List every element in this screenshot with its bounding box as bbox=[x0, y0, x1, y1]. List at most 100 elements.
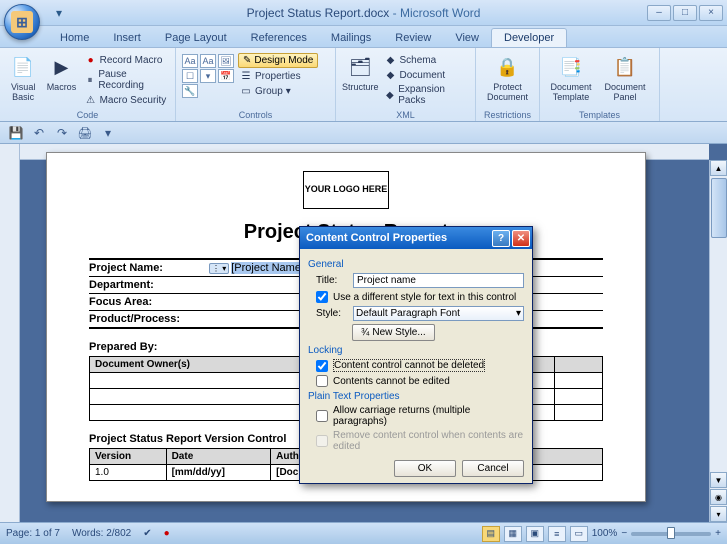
style-label: Style: bbox=[316, 308, 348, 319]
date-control[interactable]: 📅 bbox=[218, 69, 234, 83]
dialog-help-button[interactable]: ? bbox=[492, 230, 510, 247]
plain-text-control[interactable]: Aa bbox=[200, 54, 216, 68]
draft-view[interactable]: ▭ bbox=[570, 526, 588, 542]
cannot-edit-checkbox[interactable] bbox=[316, 375, 328, 387]
legacy-tools[interactable]: 🔧 bbox=[182, 84, 198, 98]
dialog-close-button[interactable]: ✕ bbox=[512, 230, 530, 247]
expansion-packs-button[interactable]: ◆Expansion Packs bbox=[383, 83, 469, 107]
protect-document-button[interactable]: 🔒Protect Document bbox=[482, 50, 533, 102]
macros-button[interactable]: ▶Macros bbox=[44, 50, 78, 92]
cannot-delete-checkbox[interactable] bbox=[316, 360, 328, 372]
tab-home[interactable]: Home bbox=[48, 29, 101, 47]
schema-icon: ◆ bbox=[385, 54, 397, 66]
tab-insert[interactable]: Insert bbox=[101, 29, 153, 47]
group-code: 📄Visual Basic ▶Macros ●Record Macro ⏸Pau… bbox=[0, 48, 176, 121]
section-general: General bbox=[308, 259, 524, 270]
combo-control[interactable]: ☐ bbox=[182, 69, 198, 83]
save-button[interactable]: 💾 bbox=[6, 124, 26, 142]
lock-icon: 🔒 bbox=[495, 54, 521, 80]
picture-control[interactable]: 🖼 bbox=[218, 54, 234, 68]
zoom-in-button[interactable]: + bbox=[715, 528, 721, 539]
scroll-down-button[interactable]: ▼ bbox=[710, 472, 727, 488]
full-screen-view[interactable]: ▦ bbox=[504, 526, 522, 542]
redo-button[interactable]: ↷ bbox=[52, 124, 72, 142]
title-input[interactable] bbox=[353, 273, 524, 288]
word-count[interactable]: Words: 2/802 bbox=[72, 528, 131, 539]
group-xml: 🗂Structure ◆Schema ◆Document ◆Expansion … bbox=[336, 48, 476, 121]
rich-text-control[interactable]: Aa bbox=[182, 54, 198, 68]
qat-dropdown-icon[interactable]: ▾ bbox=[50, 4, 68, 22]
logo-placeholder: YOUR LOGO HERE bbox=[303, 171, 389, 209]
new-style-button[interactable]: ¾New Style... bbox=[352, 324, 435, 341]
zoom-thumb[interactable] bbox=[667, 527, 675, 539]
zoom-slider[interactable] bbox=[631, 532, 711, 536]
ok-button[interactable]: OK bbox=[394, 460, 456, 477]
office-button[interactable]: ⊞ bbox=[4, 4, 40, 40]
vertical-ruler[interactable] bbox=[0, 144, 20, 522]
tab-references[interactable]: References bbox=[239, 29, 319, 47]
group-button[interactable]: ▭Group ▾ bbox=[238, 84, 318, 98]
proofing-icon[interactable]: ✔ bbox=[143, 528, 151, 539]
allow-cr-checkbox[interactable] bbox=[316, 410, 328, 422]
vertical-scrollbar[interactable]: ▲ ▼ ◉ ▾ bbox=[709, 160, 727, 522]
field-label-department: Department: bbox=[89, 279, 209, 291]
group-label-code: Code bbox=[0, 110, 175, 120]
section-locking: Locking bbox=[308, 345, 524, 356]
pause-recording-button[interactable]: ⏸Pause Recording bbox=[83, 68, 169, 92]
print-button[interactable]: 🖨 bbox=[75, 124, 95, 142]
outline-view[interactable]: ≡ bbox=[548, 526, 566, 542]
visual-basic-button[interactable]: 📄Visual Basic bbox=[6, 50, 40, 102]
macros-icon: ▶ bbox=[48, 54, 74, 80]
prev-page-button[interactable]: ◉ bbox=[710, 489, 727, 505]
record-icon: ● bbox=[85, 54, 97, 66]
cannot-delete-label: Content control cannot be deleted bbox=[333, 359, 485, 372]
scroll-up-button[interactable]: ▲ bbox=[710, 160, 727, 176]
next-page-button[interactable]: ▾ bbox=[710, 506, 727, 522]
scroll-thumb[interactable] bbox=[711, 178, 727, 238]
qat2-dropdown[interactable]: ▾ bbox=[98, 124, 118, 142]
dialog-title: Content Control Properties bbox=[306, 232, 492, 244]
th-date: Date bbox=[166, 449, 271, 465]
minimize-button[interactable]: – bbox=[647, 5, 671, 21]
tab-view[interactable]: View bbox=[443, 29, 491, 47]
print-layout-view[interactable]: ▤ bbox=[482, 526, 500, 542]
macro-security-button[interactable]: ⚠Macro Security bbox=[83, 93, 169, 107]
document-button[interactable]: ◆Document bbox=[383, 68, 469, 82]
group-label-restrictions: Restrictions bbox=[476, 110, 539, 120]
structure-button[interactable]: 🗂Structure bbox=[342, 50, 379, 92]
use-style-checkbox[interactable] bbox=[316, 291, 328, 303]
tab-review[interactable]: Review bbox=[383, 29, 443, 47]
tab-mailings[interactable]: Mailings bbox=[319, 29, 383, 47]
page-status[interactable]: Page: 1 of 7 bbox=[6, 528, 60, 539]
cancel-button[interactable]: Cancel bbox=[462, 460, 524, 477]
content-control-project-name[interactable]: [Project Name] bbox=[231, 262, 304, 274]
tab-page-layout[interactable]: Page Layout bbox=[153, 29, 239, 47]
design-mode-button[interactable]: ✎Design Mode bbox=[238, 53, 318, 68]
title-label: Title: bbox=[316, 275, 348, 286]
undo-button[interactable]: ↶ bbox=[29, 124, 49, 142]
document-template-button[interactable]: 📑Document Template bbox=[546, 50, 596, 102]
content-control-properties-dialog: Content Control Properties ? ✕ General T… bbox=[299, 226, 533, 484]
close-button[interactable]: × bbox=[699, 5, 723, 21]
record-macro-button[interactable]: ●Record Macro bbox=[83, 53, 169, 67]
document-panel-button[interactable]: 📋Document Panel bbox=[600, 50, 650, 102]
group-label-xml: XML bbox=[336, 110, 475, 120]
schema-button[interactable]: ◆Schema bbox=[383, 53, 469, 67]
field-label-product-process: Product/Process: bbox=[89, 313, 209, 325]
dialog-title-bar[interactable]: Content Control Properties ? ✕ bbox=[300, 227, 532, 249]
content-control-handle[interactable]: ⋮ ▾ bbox=[209, 263, 229, 274]
style-select[interactable]: Default Paragraph Font▾ bbox=[353, 306, 524, 321]
new-style-icon: ¾ bbox=[361, 327, 369, 338]
maximize-button[interactable]: □ bbox=[673, 5, 697, 21]
macro-status-icon[interactable]: ● bbox=[164, 528, 170, 539]
web-layout-view[interactable]: ▣ bbox=[526, 526, 544, 542]
group-controls: Aa Aa 🖼 ☐ ▾ 📅 🔧 ✎Design Mode ☰Properties… bbox=[176, 48, 336, 121]
remove-cc-checkbox bbox=[316, 435, 328, 447]
dropdown-control[interactable]: ▾ bbox=[200, 69, 216, 83]
zoom-out-button[interactable]: − bbox=[621, 528, 627, 539]
zoom-level[interactable]: 100% bbox=[592, 528, 618, 539]
template-icon: 📑 bbox=[558, 54, 584, 80]
ribbon-tabs: Home Insert Page Layout References Maili… bbox=[0, 26, 727, 48]
tab-developer[interactable]: Developer bbox=[491, 28, 567, 47]
properties-button[interactable]: ☰Properties bbox=[238, 69, 318, 83]
